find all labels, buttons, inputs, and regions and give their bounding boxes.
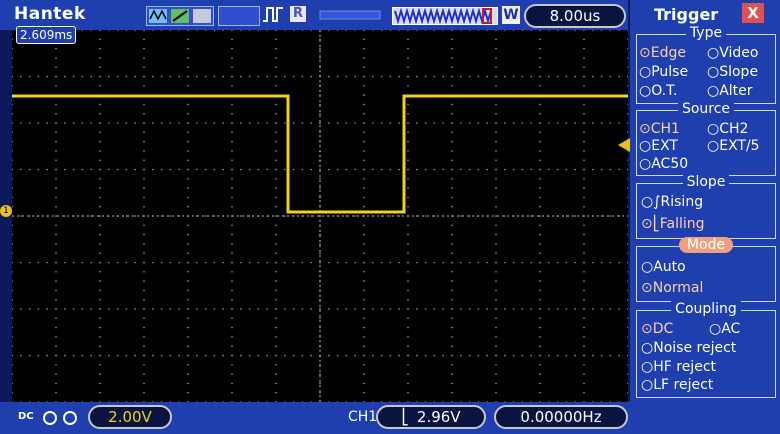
brand-logo: Hantek — [14, 4, 86, 24]
slope-option-rising[interactable]: ○∫Rising — [641, 194, 703, 210]
mode-option-normal[interactable]: ⊙Normal — [641, 280, 703, 296]
source-option-ch1[interactable]: ⊙CH1 — [639, 121, 680, 137]
window-badge: W — [502, 6, 520, 24]
coupling-option-dc[interactable]: ⊙DC — [641, 321, 673, 337]
type-option-edge[interactable]: ⊙Edge — [639, 45, 686, 61]
type-option-alter[interactable]: ○Alter — [707, 83, 753, 99]
run-stop-pulse-icon — [263, 7, 283, 22]
memory-position-bar — [392, 7, 498, 25]
acquisition-mode-icon — [146, 6, 214, 26]
dc-coupling-icon: DC — [18, 411, 34, 422]
source-option-ac50[interactable]: ○AC50 — [639, 156, 688, 172]
mode-title: Mode — [678, 237, 734, 253]
type-title: Type — [685, 25, 727, 41]
status-bar: Hantek R W 8.00us — [0, 0, 628, 30]
type-section: Type ⊙Edge ○Video ○Pulse ○Slope ○O.T. ○A… — [636, 25, 776, 104]
channel-1-level-marker[interactable]: 1 — [0, 205, 12, 217]
coupling-option-lf-reject[interactable]: ○LF reject — [641, 377, 713, 393]
probe-icon — [43, 411, 77, 425]
waveform-screen: 2.609ms — [12, 26, 628, 402]
coupling-section: Coupling ⊙DC ○AC ○Noise reject ○HF rejec… — [636, 301, 776, 398]
falling-edge-icon: ⎣ — [652, 216, 660, 232]
type-option-slope[interactable]: ○Slope — [707, 64, 758, 80]
usb-icon — [319, 10, 381, 20]
slope-title: Slope — [682, 174, 730, 190]
type-option-video[interactable]: ○Video — [707, 45, 758, 61]
mode-section: Mode ○Auto ⊙Normal — [636, 237, 776, 302]
time-cursor-readout: 2.609ms — [16, 26, 77, 44]
display-mode-icon — [218, 6, 260, 26]
rising-edge-icon: ∫ — [653, 194, 661, 210]
record-badge: R — [290, 6, 306, 22]
type-option-pulse[interactable]: ○Pulse — [639, 64, 688, 80]
coupling-option-noise-reject[interactable]: ○Noise reject — [641, 340, 736, 356]
type-option-ot[interactable]: ○O.T. — [639, 83, 677, 99]
volts-per-div-display[interactable]: 2.00V — [88, 405, 172, 429]
channel-status-bar: DC 2.00V CH1 ⎣ 2.96V 0.00000Hz — [0, 402, 780, 434]
coupling-option-hf-reject[interactable]: ○HF reject — [641, 359, 716, 375]
close-button[interactable]: X — [742, 3, 764, 23]
graticule — [12, 30, 628, 402]
trigger-source-label: CH1 — [348, 409, 378, 425]
timebase-display[interactable]: 8.00us — [524, 4, 626, 28]
slope-section: Slope ○∫Rising ⊙⎣Falling — [636, 174, 776, 239]
trigger-level-display[interactable]: ⎣ 2.96V — [376, 405, 486, 429]
source-option-ext5[interactable]: ○EXT/5 — [707, 138, 760, 154]
slope-option-falling[interactable]: ⊙⎣Falling — [641, 216, 705, 232]
source-section: Source ⊙CH1 ○CH2 ○EXT ○EXT/5 ○AC50 — [636, 101, 776, 176]
coupling-title: Coupling — [671, 301, 741, 317]
falling-slope-icon: ⎣ — [401, 408, 409, 426]
trigger-menu: Trigger X Type ⊙Edge ○Video ○Pulse ○Slop… — [630, 0, 780, 402]
frequency-counter-display: 0.00000Hz — [494, 405, 628, 429]
coupling-option-ac[interactable]: ○AC — [709, 321, 740, 337]
source-option-ext[interactable]: ○EXT — [639, 138, 678, 154]
trigger-level-marker[interactable] — [618, 138, 630, 152]
source-option-ch2[interactable]: ○CH2 — [707, 121, 748, 137]
source-title: Source — [677, 101, 735, 117]
trigger-menu-title: Trigger — [654, 5, 719, 24]
mode-option-auto[interactable]: ○Auto — [641, 259, 686, 275]
